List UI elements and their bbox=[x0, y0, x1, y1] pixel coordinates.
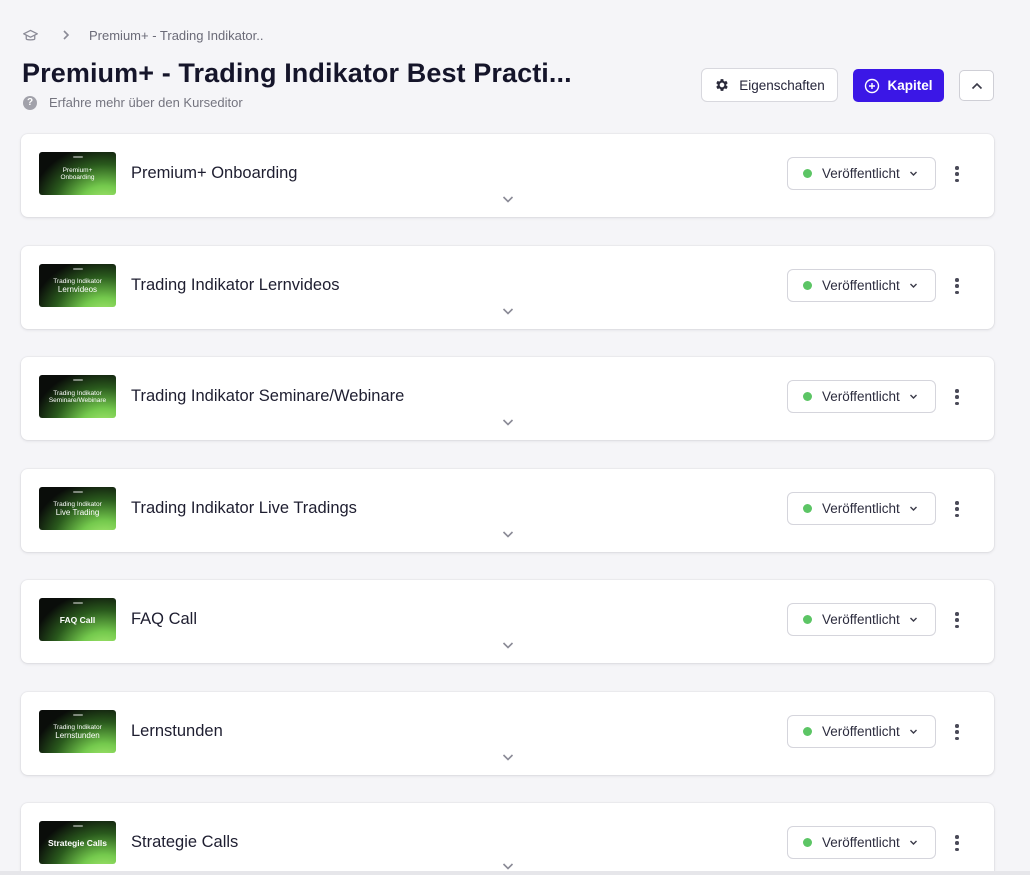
thumbnail-line1: Premium+ bbox=[62, 166, 93, 174]
chapter-thumbnail: Trading Indikator Seminare/Webinare bbox=[39, 375, 116, 418]
thumbnail-line2: Seminare/Webinare bbox=[48, 396, 107, 404]
expand-chevron-icon[interactable] bbox=[501, 304, 515, 318]
chapter-title[interactable]: Lernstunden bbox=[131, 722, 223, 741]
chapter-thumbnail: FAQ Call bbox=[39, 598, 116, 641]
chapter-title[interactable]: Premium+ Onboarding bbox=[131, 164, 297, 183]
plus-circle-icon bbox=[865, 78, 880, 93]
help-text: Erfahre mehr über den Kurseditor bbox=[49, 95, 243, 110]
more-options-icon[interactable] bbox=[951, 499, 963, 519]
more-options-icon[interactable] bbox=[951, 833, 963, 853]
thumbnail-line1: Trading Indikator bbox=[53, 277, 102, 285]
gear-icon bbox=[716, 79, 728, 91]
chapter-thumbnail: Trading Indikator Lernstunden bbox=[39, 710, 116, 753]
chevron-down-icon bbox=[909, 392, 918, 401]
properties-label: Eigenschaften bbox=[739, 77, 825, 93]
collapse-all-button[interactable] bbox=[959, 70, 994, 101]
status-dot bbox=[803, 504, 812, 513]
status-dot bbox=[803, 281, 812, 290]
chapter-card[interactable]: Trading Indikator Live Trading Trading I… bbox=[21, 469, 994, 552]
thumbnail-line2: Lernvideos bbox=[57, 284, 98, 294]
chapter-title[interactable]: Trading Indikator Lernvideos bbox=[131, 276, 340, 295]
status-dot bbox=[803, 169, 812, 178]
chapter-card[interactable]: Trading Indikator Lernstunden Lernstunde… bbox=[21, 692, 994, 775]
status-dot bbox=[803, 392, 812, 401]
status-label: Veröffentlicht bbox=[822, 389, 900, 404]
more-options-icon[interactable] bbox=[951, 610, 963, 630]
expand-chevron-icon[interactable] bbox=[501, 638, 515, 652]
thumbnail-line2: Lernstunden bbox=[55, 730, 100, 740]
expand-chevron-icon[interactable] bbox=[501, 527, 515, 541]
chapter-title[interactable]: Trading Indikator Live Tradings bbox=[131, 499, 357, 518]
chevron-right-icon bbox=[61, 29, 71, 41]
status-dropdown[interactable]: Veröffentlicht bbox=[787, 826, 936, 859]
status-dropdown[interactable]: Veröffentlicht bbox=[787, 269, 936, 302]
chevron-down-icon bbox=[909, 281, 918, 290]
thumbnail-line1: Trading Indikator bbox=[53, 389, 102, 397]
status-label: Veröffentlicht bbox=[822, 724, 900, 739]
status-dot bbox=[803, 727, 812, 736]
chapter-title[interactable]: Strategie Calls bbox=[131, 833, 238, 852]
graduation-cap-icon[interactable] bbox=[22, 27, 39, 44]
status-dot bbox=[803, 615, 812, 624]
more-options-icon[interactable] bbox=[951, 164, 963, 184]
status-label: Veröffentlicht bbox=[822, 612, 900, 627]
chapter-thumbnail: Strategie Calls bbox=[39, 821, 116, 864]
status-dot bbox=[803, 838, 812, 847]
expand-chevron-icon[interactable] bbox=[501, 192, 515, 206]
chapter-thumbnail: Trading Indikator Live Trading bbox=[39, 487, 116, 530]
chapter-thumbnail: Trading Indikator Lernvideos bbox=[39, 264, 116, 307]
chapter-card[interactable]: FAQ Call FAQ Call Veröffentlicht bbox=[21, 580, 994, 663]
status-label: Veröffentlicht bbox=[822, 501, 900, 516]
thumbnail-line2: Live Trading bbox=[55, 507, 100, 517]
expand-chevron-icon[interactable] bbox=[501, 750, 515, 764]
status-label: Veröffentlicht bbox=[822, 835, 900, 850]
status-dropdown[interactable]: Veröffentlicht bbox=[787, 715, 936, 748]
chapter-card[interactable]: Trading Indikator Lernvideos Trading Ind… bbox=[21, 246, 994, 329]
chevron-down-icon bbox=[909, 169, 918, 178]
status-label: Veröffentlicht bbox=[822, 278, 900, 293]
chevron-down-icon bbox=[909, 504, 918, 513]
thumbnail-line2: Onboarding bbox=[60, 173, 95, 181]
status-dropdown[interactable]: Veröffentlicht bbox=[787, 492, 936, 525]
thumbnail-line2: FAQ Call bbox=[59, 614, 96, 625]
thumbnail-line1: Trading Indikator bbox=[53, 500, 102, 508]
properties-button[interactable]: Eigenschaften bbox=[701, 68, 838, 102]
add-chapter-button[interactable]: Kapitel bbox=[853, 69, 944, 102]
chevron-down-icon bbox=[909, 727, 918, 736]
chapter-title[interactable]: FAQ Call bbox=[131, 610, 197, 629]
breadcrumb-item-course[interactable]: Premium+ - Trading Indikator.. bbox=[89, 28, 264, 43]
chapter-title[interactable]: Trading Indikator Seminare/Webinare bbox=[131, 387, 404, 406]
status-dropdown[interactable]: Veröffentlicht bbox=[787, 157, 936, 190]
add-chapter-label: Kapitel bbox=[887, 78, 933, 93]
breadcrumb: Premium+ - Trading Indikator.. bbox=[22, 26, 264, 44]
expand-chevron-icon[interactable] bbox=[501, 859, 515, 871]
status-dropdown[interactable]: Veröffentlicht bbox=[787, 380, 936, 413]
thumbnail-line1: Trading Indikator bbox=[53, 723, 102, 731]
expand-chevron-icon[interactable] bbox=[501, 415, 515, 429]
page-title: Premium+ - Trading Indikator Best Practi… bbox=[22, 58, 572, 88]
more-options-icon[interactable] bbox=[951, 387, 963, 407]
status-label: Veröffentlicht bbox=[822, 166, 900, 181]
chevron-up-icon bbox=[971, 82, 982, 89]
more-options-icon[interactable] bbox=[951, 276, 963, 296]
chevron-down-icon bbox=[909, 838, 918, 847]
help-link[interactable]: ? Erfahre mehr über den Kurseditor bbox=[23, 95, 243, 110]
question-icon: ? bbox=[23, 95, 37, 110]
chapter-card[interactable]: Trading Indikator Seminare/Webinare Trad… bbox=[21, 357, 994, 440]
more-options-icon[interactable] bbox=[951, 722, 963, 742]
horizontal-scrollbar[interactable] bbox=[0, 871, 1030, 875]
chapter-card[interactable]: Premium+ Onboarding Premium+ Onboarding … bbox=[21, 134, 994, 217]
chapter-thumbnail: Premium+ Onboarding bbox=[39, 152, 116, 195]
thumbnail-line2: Strategie Calls bbox=[47, 837, 108, 848]
status-dropdown[interactable]: Veröffentlicht bbox=[787, 603, 936, 636]
chapter-card[interactable]: Strategie Calls Strategie Calls Veröffen… bbox=[21, 803, 994, 875]
chevron-down-icon bbox=[909, 615, 918, 624]
